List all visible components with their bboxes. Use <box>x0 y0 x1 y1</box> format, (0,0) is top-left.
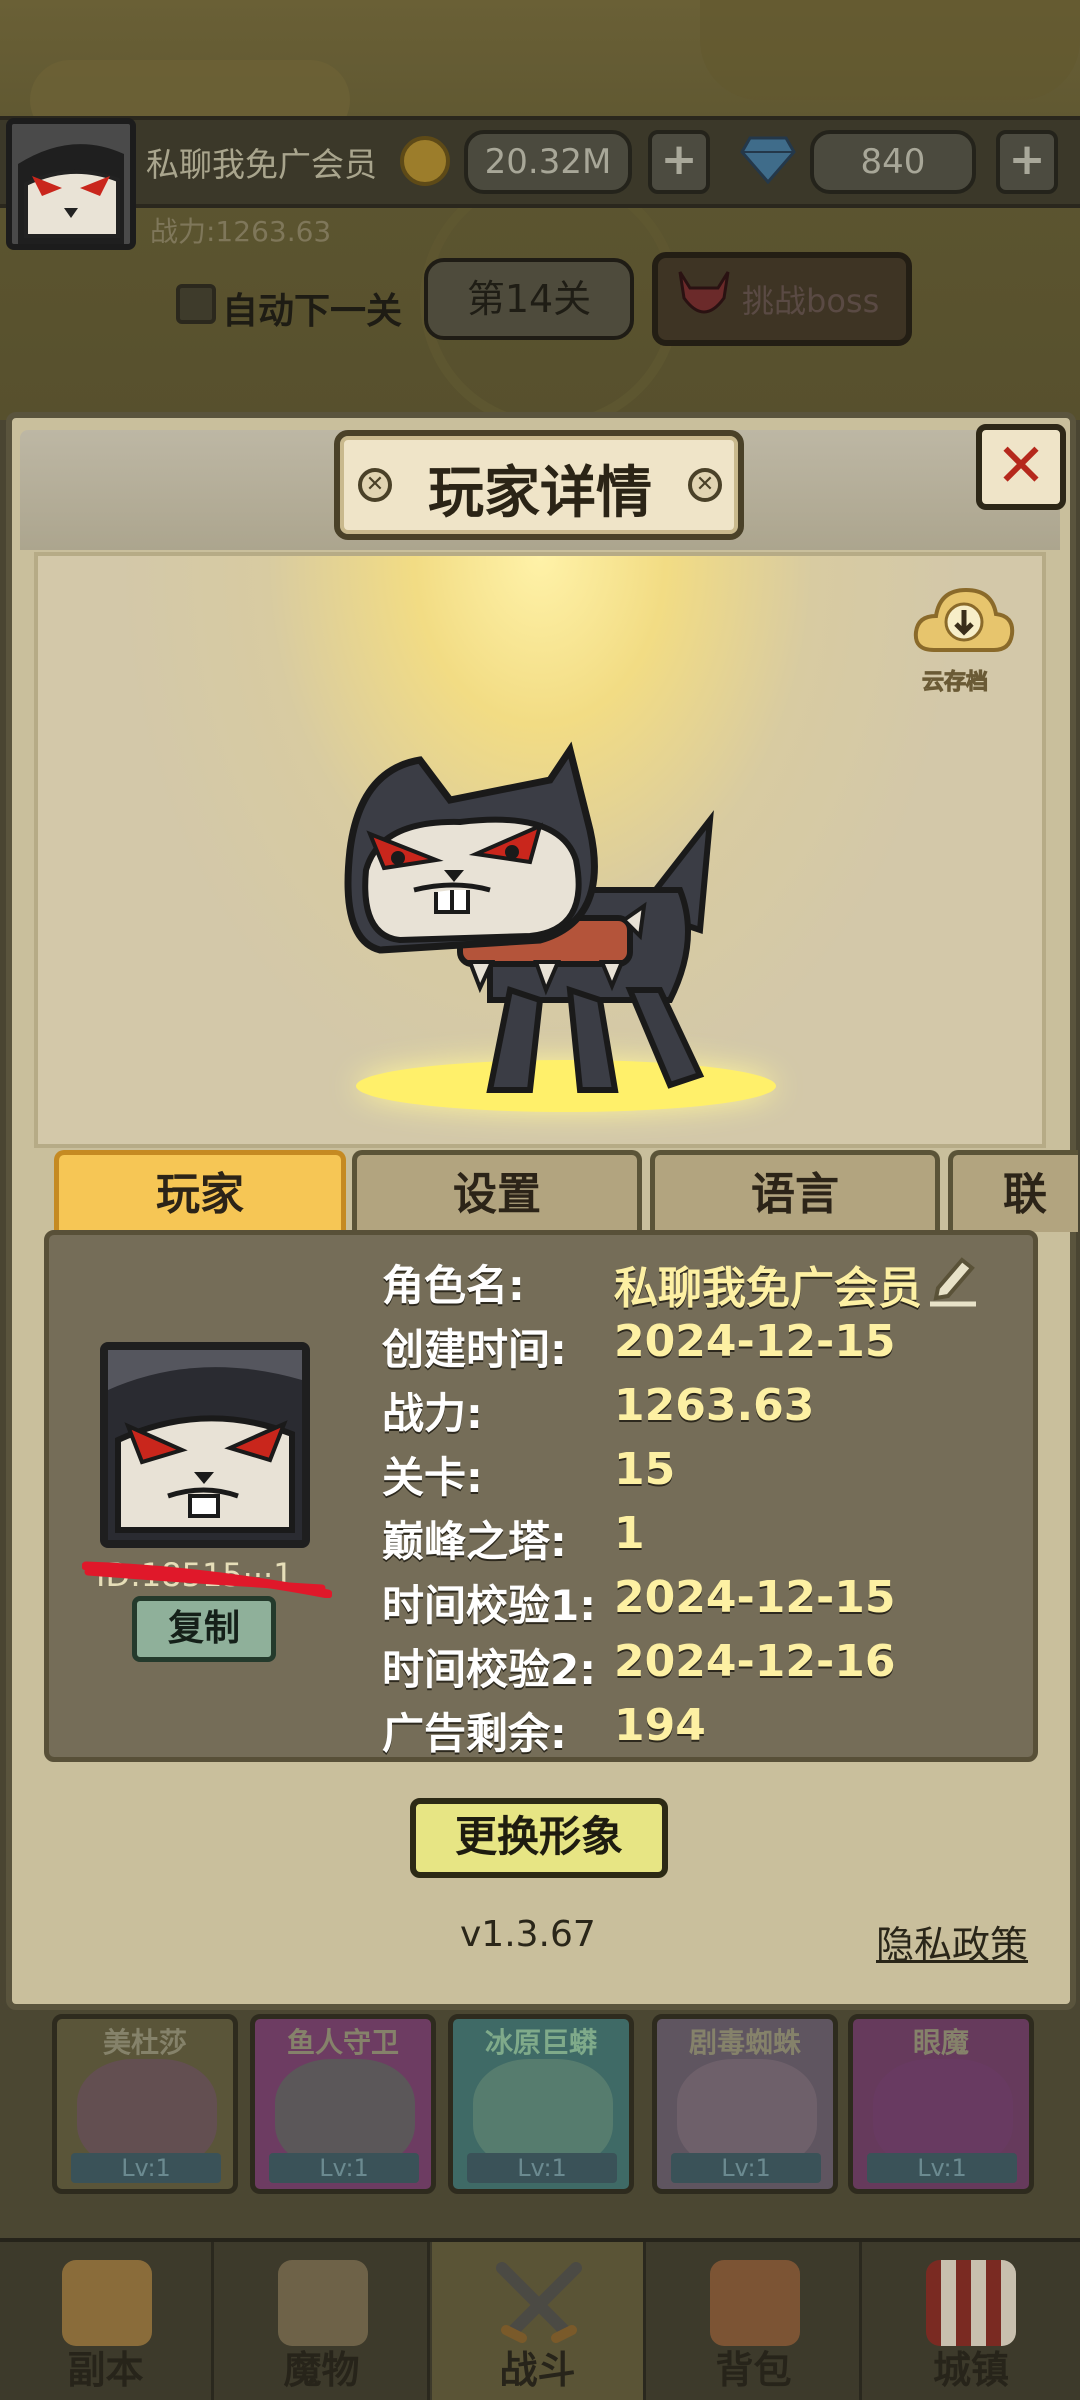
monster-card-eye-demon[interactable]: 眼魔 Lv:1 <box>848 2014 1034 2194</box>
backpack-icon <box>710 2260 800 2346</box>
info-label-role-name: 角色名: <box>382 1261 525 1310</box>
add-gems-button[interactable]: + <box>996 130 1058 194</box>
info-value-role-name: 私聊我免广会员 <box>614 1263 922 1314</box>
bolt-icon: ✕ <box>358 468 392 502</box>
monster-card-medusa[interactable]: 美杜莎 Lv:1 <box>52 2014 238 2194</box>
nav-label: 城镇 <box>932 2348 1009 2392</box>
redaction-mark <box>81 1558 333 1599</box>
cloud-save-label: 云存档 <box>921 670 989 696</box>
monster-level: Lv:1 <box>867 2153 1017 2183</box>
nav-label: 战斗 <box>499 2348 576 2392</box>
info-value-created: 2024-12-15 <box>614 1316 896 1367</box>
gem-amount: 840 <box>810 130 976 194</box>
nav-label: 副本 <box>67 2348 144 2392</box>
stage-indicator[interactable]: 第14关 <box>424 258 634 340</box>
monster-level: Lv:1 <box>467 2153 617 2183</box>
nav-monsters[interactable]: 魔物 <box>216 2242 430 2400</box>
info-label-time-check-2: 时间校验2: <box>382 1645 597 1694</box>
info-label-peak-tower: 巅峰之塔: <box>382 1517 567 1566</box>
info-label-stage: 关卡: <box>382 1453 483 1502</box>
dialog-title: 玩家详情 <box>428 461 652 526</box>
info-value-time-check-1: 2024-12-15 <box>614 1572 896 1623</box>
monster-name: 冰原巨蟒 <box>484 2026 597 2059</box>
close-button[interactable]: ✕ <box>976 424 1066 510</box>
tab-partial-next[interactable]: 联 <box>948 1150 1078 1232</box>
player-portrait <box>100 1342 310 1548</box>
add-gold-button[interactable]: + <box>648 130 710 194</box>
nav-label: 魔物 <box>283 2348 360 2392</box>
challenge-boss-label: 挑战boss <box>742 282 880 320</box>
cloud-save-button[interactable] <box>912 584 1016 654</box>
auto-next-checkbox[interactable] <box>176 284 216 324</box>
change-appearance-button[interactable]: 更换形象 <box>410 1798 668 1878</box>
monster-card-poison-spider[interactable]: 剧毒蜘蛛 Lv:1 <box>652 2014 838 2194</box>
info-label-power: 战力: <box>382 1389 483 1438</box>
monster-name: 眼魔 <box>912 2026 969 2059</box>
nav-battle[interactable]: 战斗 <box>432 2242 646 2400</box>
crossed-swords-icon <box>494 2260 584 2346</box>
player-avatar-button[interactable] <box>6 118 136 250</box>
player-character-cat <box>340 740 740 1100</box>
monster-level: Lv:1 <box>71 2153 221 2183</box>
gold-amount: 20.32M <box>464 130 632 194</box>
nav-dungeon[interactable]: 副本 <box>0 2242 214 2400</box>
background-decoration <box>700 0 1080 100</box>
monster-card-fishman-guard[interactable]: 鱼人守卫 Lv:1 <box>250 2014 436 2194</box>
tab-language[interactable]: 语言 <box>650 1150 940 1232</box>
version-label: v1.3.67 <box>460 1914 596 1955</box>
info-value-stage: 15 <box>614 1444 676 1495</box>
privacy-policy-link[interactable]: 隐私政策 <box>876 1914 1028 1969</box>
info-label-ads-remaining: 广告剩余: <box>382 1709 567 1758</box>
auto-next-label: 自动下一关 <box>222 291 403 332</box>
tab-player[interactable]: 玩家 <box>54 1150 346 1232</box>
town-shop-icon <box>926 2260 1016 2346</box>
info-label-time-check-1: 时间校验1: <box>382 1581 597 1630</box>
diamond-icon <box>740 136 796 185</box>
nav-backpack[interactable]: 背包 <box>648 2242 862 2400</box>
nav-label: 背包 <box>715 2348 792 2392</box>
info-label-created: 创建时间: <box>382 1325 567 1374</box>
info-value-power: 1263.63 <box>614 1380 815 1431</box>
monster-level: Lv:1 <box>269 2153 419 2183</box>
info-value-ads-remaining: 194 <box>614 1700 706 1751</box>
monster-name: 鱼人守卫 <box>286 2026 399 2059</box>
player-name: 私聊我免广会员 <box>146 145 377 184</box>
info-value-time-check-2: 2024-12-16 <box>614 1636 896 1687</box>
tab-settings[interactable]: 设置 <box>352 1150 642 1232</box>
monster-name: 剧毒蜘蛛 <box>688 2026 801 2059</box>
boss-demon-icon <box>672 268 736 324</box>
map-icon <box>62 2260 152 2346</box>
bolt-icon: ✕ <box>688 468 722 502</box>
info-value-peak-tower: 1 <box>614 1508 645 1559</box>
nav-town[interactable]: 城镇 <box>864 2242 1078 2400</box>
cloud-download-icon <box>913 587 1015 652</box>
monster-card-ice-serpent[interactable]: 冰原巨蟒 Lv:1 <box>448 2014 634 2194</box>
edit-name-pencil-icon[interactable] <box>928 1252 978 1308</box>
monster-level: Lv:1 <box>671 2153 821 2183</box>
gold-coin-icon <box>400 136 450 186</box>
combat-power-label: 战力:1263.63 <box>150 215 332 248</box>
monster-name: 美杜莎 <box>102 2026 187 2059</box>
monster-helmet-icon <box>278 2260 368 2346</box>
copy-id-button[interactable]: 复制 <box>132 1596 276 1662</box>
